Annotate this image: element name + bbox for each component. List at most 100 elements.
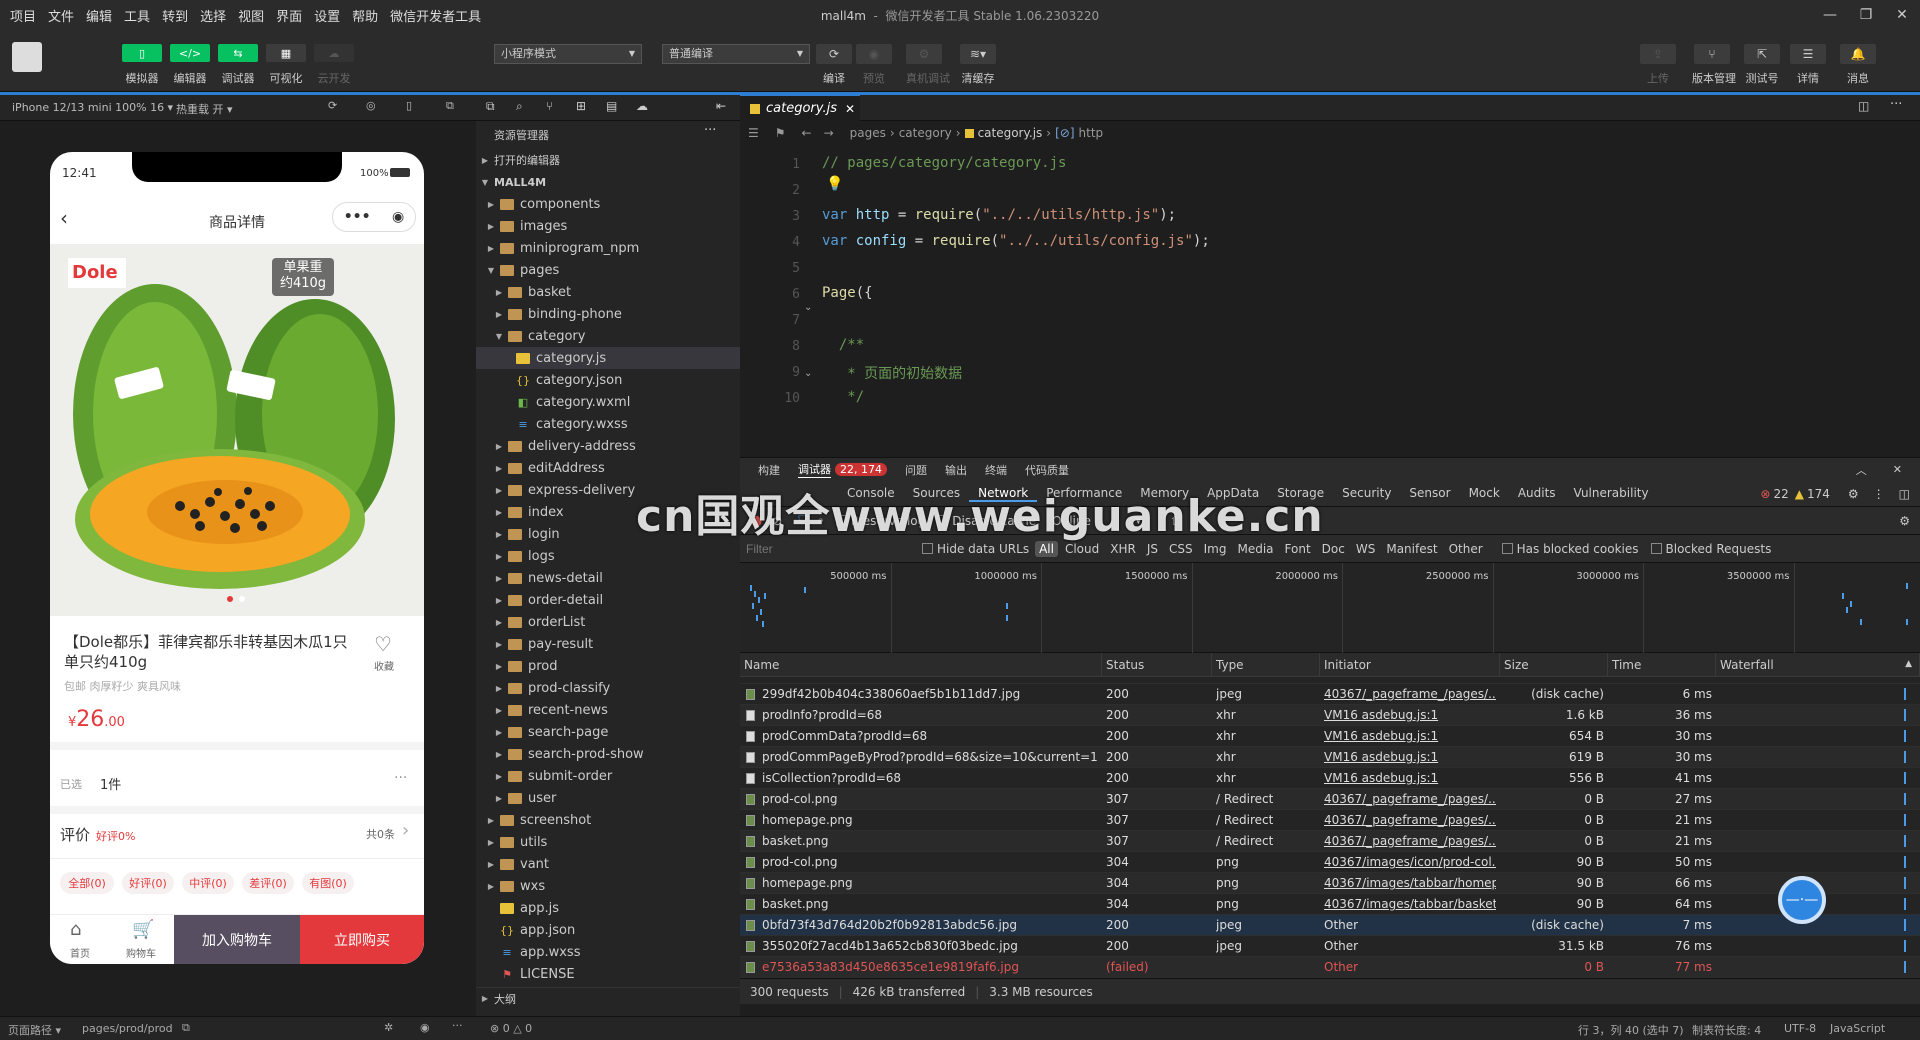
editor-more-icon[interactable]: ··· (1890, 97, 1902, 112)
layout-icon[interactable]: ▤ (606, 99, 617, 113)
chevron-right-icon[interactable]: ▶ (494, 794, 504, 803)
chevron-right-icon[interactable]: ▶ (486, 816, 496, 825)
tree-item[interactable]: ▶ login (476, 523, 740, 545)
chevron-right-icon[interactable]: ▶ (494, 750, 504, 759)
lightbulb-icon[interactable]: 💡 (826, 176, 843, 192)
device-select[interactable]: iPhone 12/13 mini 100% 16 ▾ (12, 101, 173, 114)
devtools-tab-mock[interactable]: Mock (1460, 486, 1509, 502)
devtools-tab-audits[interactable]: Audits (1509, 486, 1565, 502)
avatar[interactable] (12, 42, 42, 72)
visual-toggle-button[interactable]: ▦ (266, 44, 306, 62)
chevron-right-icon[interactable]: ▶ (494, 640, 504, 649)
devtools-tab-sources[interactable]: Sources (904, 486, 969, 502)
preserve-log-checkbox[interactable] (836, 515, 848, 526)
menu-item[interactable]: 微信开发者工具 (384, 6, 487, 25)
dock-icon[interactable]: ◫ (1899, 487, 1910, 501)
tree-item[interactable]: ▶ logs (476, 545, 740, 567)
menu-item[interactable]: 工具 (118, 6, 156, 25)
test-account-icon[interactable]: ⇱ (1744, 44, 1780, 64)
fold-chevron-icon[interactable]: ⌄ (804, 302, 812, 313)
table-row[interactable]: prod-col.png 307 / Redirect 40367/_pagefram… (740, 789, 1920, 810)
warning-count[interactable]: 174 (1807, 487, 1830, 501)
tree-item[interactable]: ▶ screenshot (476, 809, 740, 831)
upload-icon[interactable]: ⇪ (1640, 44, 1676, 64)
cell-init[interactable]: VM16 asdebug.js:1 (1324, 747, 1496, 768)
floating-debug-button[interactable]: —·— (1778, 876, 1826, 924)
chevron-right-icon[interactable]: › (402, 820, 409, 841)
menu-item[interactable]: 视图 (232, 6, 270, 25)
cell-init[interactable]: 40367/images/tabbar/homep... (1324, 873, 1496, 894)
tree-item[interactable]: ≡ category.wxss (476, 413, 740, 435)
cursor-position[interactable]: 行 3，列 40 (选中 7) (1578, 1022, 1684, 1038)
devtools-tab-memory[interactable]: Memory (1131, 486, 1198, 502)
cell-init[interactable]: 40367/_pageframe_/pages/... (1324, 789, 1496, 810)
close-icon[interactable]: ✕ (1884, 0, 1920, 30)
home-icon[interactable]: ⌂ (70, 919, 81, 940)
type-filter-xhr[interactable]: XHR (1106, 541, 1140, 557)
table-row[interactable]: prodCommData?prodId=68 200 xhr VM16 asdebug… (740, 726, 1920, 747)
tree-item[interactable]: ▼ category (476, 325, 740, 347)
more-dots-icon[interactable]: ••• (344, 209, 371, 225)
popout-icon[interactable]: ⧉ (446, 99, 454, 113)
code-line[interactable]: var http = require("../../utils/http.js"… (822, 207, 1176, 223)
chevron-down-icon[interactable]: ▼ (486, 266, 496, 275)
capsule-menu[interactable]: ••• ◉ (332, 202, 416, 232)
chevron-right-icon[interactable]: ▶ (494, 772, 504, 781)
files-icon[interactable]: ⧉ (486, 99, 495, 114)
home-label[interactable]: 首页 (70, 945, 90, 960)
tab-build[interactable]: 构建 (758, 462, 780, 478)
code-line[interactable]: */ (822, 389, 864, 405)
cell-init[interactable]: 40367/images/tabbar/basket... (1324, 894, 1496, 915)
tree-item[interactable]: ▶ vant (476, 853, 740, 875)
tree-item[interactable]: ▶ prod (476, 655, 740, 677)
debugger-toggle-button[interactable]: ⇆ (218, 44, 258, 62)
tree-item[interactable]: ▶ miniprogram_npm (476, 237, 740, 259)
menu-item[interactable]: 文件 (42, 6, 80, 25)
tree-item[interactable]: {} category.json (476, 369, 740, 391)
chevron-right-icon[interactable]: ▶ (494, 574, 504, 583)
maximize-icon[interactable]: ❐ (1848, 0, 1884, 30)
review-tag-good[interactable]: 好评(0) (122, 872, 174, 894)
chevron-right-icon[interactable]: ▶ (494, 684, 504, 693)
chevron-right-icon[interactable]: ▶ (494, 486, 504, 495)
tree-item[interactable]: ▶ news-detail (476, 567, 740, 589)
review-tag-all[interactable]: 全部(0) (60, 872, 114, 894)
tree-item[interactable]: ▼ pages (476, 259, 740, 281)
chevron-right-icon[interactable]: ▶ (494, 618, 504, 627)
details-icon[interactable]: ☰ (1790, 44, 1826, 64)
add-to-cart-button[interactable]: 加入购物车 (174, 915, 300, 964)
devtools-tab-network[interactable]: Network (969, 486, 1038, 502)
tree-item[interactable]: ▶ wxs (476, 875, 740, 897)
tree-item[interactable]: ▶ basket (476, 281, 740, 303)
blocked-requests-checkbox[interactable] (1650, 543, 1662, 554)
code-line[interactable]: Page({ (822, 285, 873, 301)
type-filter-manifest[interactable]: Manifest (1382, 541, 1441, 557)
editor-toggle-button[interactable]: </> (170, 44, 210, 62)
breadcrumb-item[interactable]: pages (850, 126, 886, 140)
status-more-icon[interactable]: ··· (452, 1019, 463, 1032)
cell-init[interactable]: VM16 asdebug.js:1 (1324, 705, 1496, 726)
code-line[interactable]: * 页面的初始数据 (822, 363, 962, 383)
column-header-initiator[interactable]: Initiator (1320, 653, 1500, 676)
table-row[interactable]: homepage.png 304 png 40367/images/tabbar/ho… (740, 873, 1920, 894)
menu-item[interactable]: 转到 (156, 6, 194, 25)
copy-icon[interactable]: ⧉ (182, 1021, 190, 1035)
tab-debugger[interactable]: 调试器 (798, 461, 831, 478)
product-image[interactable]: Dole 单果重 约410g (50, 244, 424, 616)
network-overview-timeline[interactable]: 500000 ms 1000000 ms 1500000 ms 2000000 ms 2… (740, 563, 1920, 653)
breadcrumb-item[interactable]: category (899, 126, 952, 140)
menu-item[interactable]: 帮助 (346, 6, 384, 25)
tree-item[interactable]: ▶ express-delivery (476, 479, 740, 501)
tree-item[interactable]: ◧ category.wxml (476, 391, 740, 413)
breadcrumb-item[interactable]: http (1079, 126, 1104, 140)
type-filter-all[interactable]: All (1035, 540, 1058, 557)
chevron-right-icon[interactable]: ▶ (494, 288, 504, 297)
type-filter-doc[interactable]: Doc (1318, 541, 1349, 557)
page-path-select[interactable]: 页面路径 ▾ (8, 1022, 61, 1038)
kebab-menu-icon[interactable]: ⋮ (1873, 487, 1885, 501)
list-icon[interactable]: ☰ (748, 126, 759, 140)
chevron-right-icon[interactable]: ▶ (494, 310, 504, 319)
throttle-select[interactable]: Online (1052, 514, 1091, 528)
code-line[interactable]: var config = require("../../utils/config… (822, 233, 1210, 249)
minimize-icon[interactable]: — (1812, 0, 1848, 30)
